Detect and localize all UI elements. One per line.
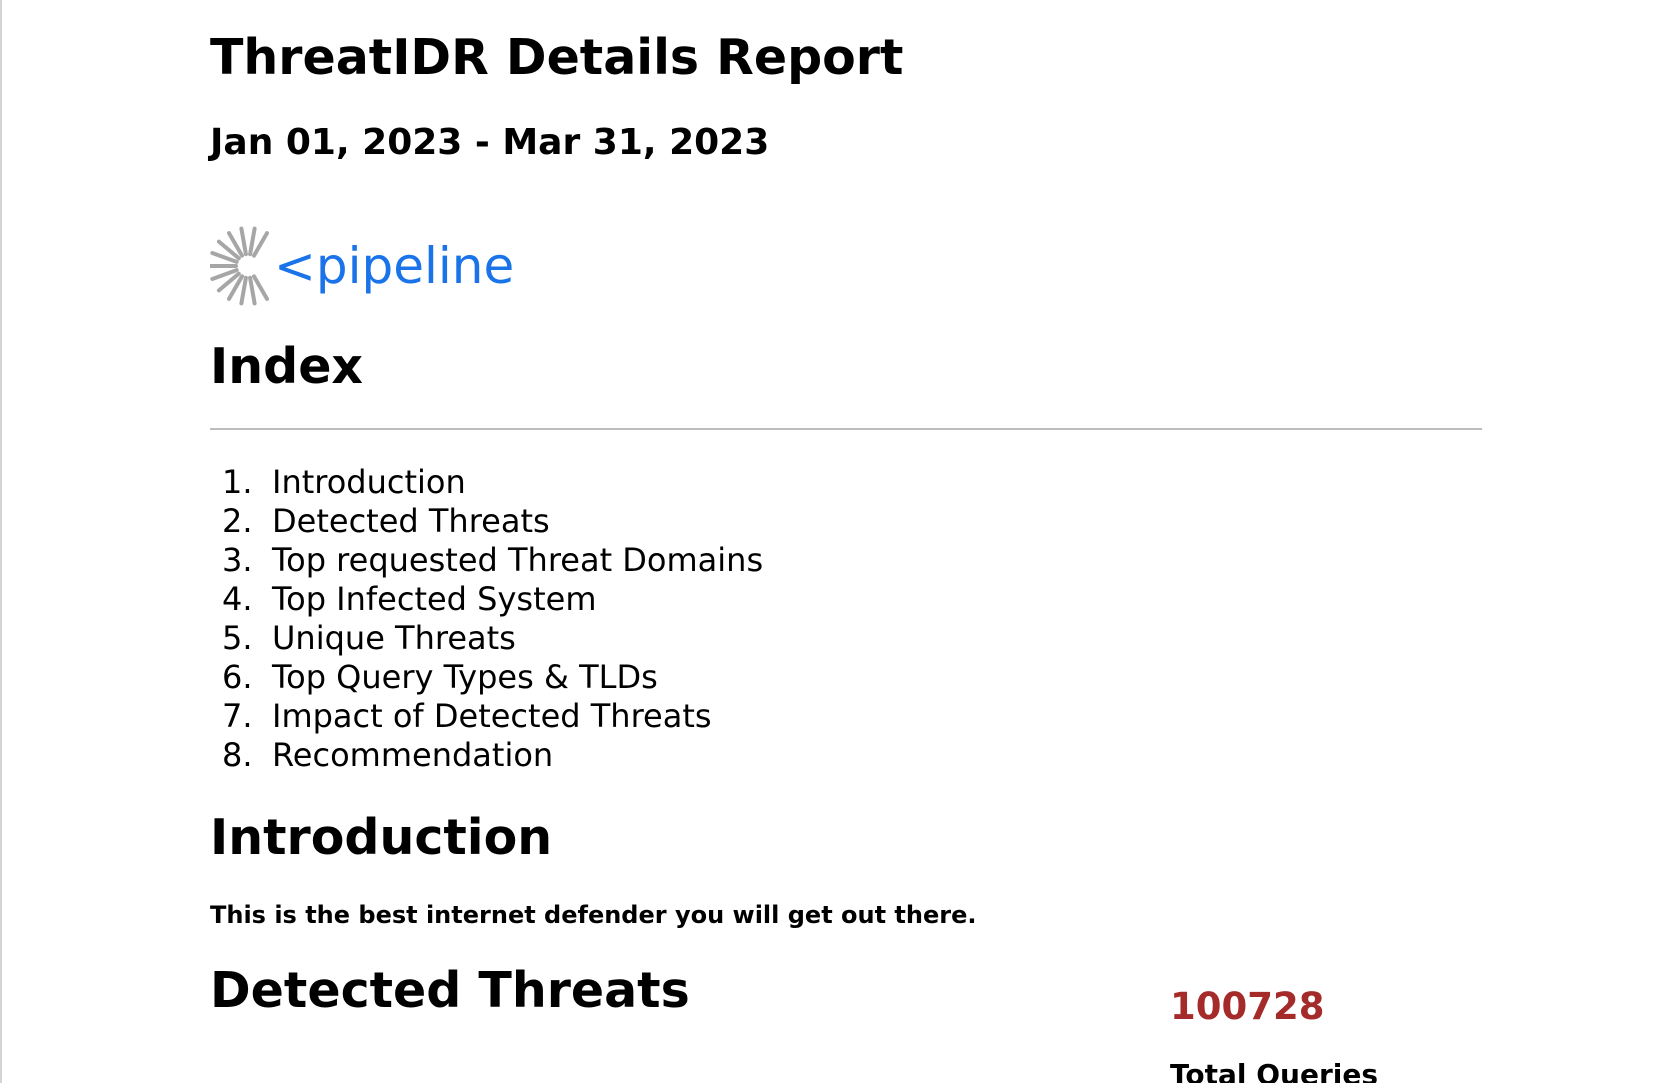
index-item-top-query-types-tlds[interactable]: 6. Top Query Types & TLDs: [222, 658, 763, 697]
index-item-label: Top Infected System: [272, 580, 597, 618]
pipeline-logo: <pipeline: [210, 224, 514, 308]
total-queries-label: Total Queries: [1170, 1058, 1379, 1083]
starburst-ray: [248, 226, 257, 257]
report-page: ThreatIDR Details Report Jan 01, 2023 - …: [210, 0, 1482, 1083]
index-item-impact-of-detected-threats[interactable]: 7. Impact of Detected Threats: [222, 697, 763, 736]
report-date-range: Jan 01, 2023 - Mar 31, 2023: [210, 122, 770, 163]
starburst-ray: [248, 275, 257, 306]
index-item-top-requested-threat-domains[interactable]: 3. Top requested Threat Domains: [222, 541, 763, 580]
index-item-label: Introduction: [272, 463, 466, 501]
index-heading: Index: [210, 338, 364, 395]
index-item-unique-threats[interactable]: 5. Unique Threats: [222, 619, 763, 658]
index-divider: [210, 428, 1482, 430]
index-item-label: Unique Threats: [272, 619, 516, 657]
index-item-number: 4.: [222, 580, 253, 618]
index-list: 1. Introduction 2. Detected Threats 3. T…: [222, 463, 763, 775]
starburst-ray: [252, 231, 269, 258]
index-item-label: Recommendation: [272, 736, 554, 774]
index-item-number: 2.: [222, 502, 253, 540]
index-item-label: Top requested Threat Domains: [272, 541, 764, 579]
index-item-number: 5.: [222, 619, 253, 657]
starburst-ray: [252, 274, 269, 301]
index-item-label: Top Query Types & TLDs: [272, 658, 658, 696]
total-queries-value: 100728: [1170, 985, 1325, 1028]
starburst-icon: [210, 226, 269, 306]
detected-threats-heading: Detected Threats: [210, 962, 690, 1019]
logo-text: <pipeline: [274, 237, 515, 295]
index-item-number: 3.: [222, 541, 253, 579]
page-left-border: [0, 0, 2, 1083]
index-item-number: 6.: [222, 658, 253, 696]
starburst-ray: [239, 275, 248, 306]
index-item-detected-threats[interactable]: 2. Detected Threats: [222, 502, 763, 541]
introduction-heading: Introduction: [210, 809, 553, 866]
index-item-recommendation[interactable]: 8. Recommendation: [222, 736, 763, 775]
index-item-number: 1.: [222, 463, 253, 501]
introduction-text: This is the best internet defender you w…: [210, 901, 977, 929]
index-item-label: Detected Threats: [272, 502, 550, 540]
index-item-number: 8.: [222, 736, 253, 774]
index-item-introduction[interactable]: 1. Introduction: [222, 463, 763, 502]
starburst-ray: [239, 226, 248, 257]
report-title: ThreatIDR Details Report: [210, 29, 904, 86]
index-item-label: Impact of Detected Threats: [272, 697, 712, 735]
index-item-top-infected-system[interactable]: 4. Top Infected System: [222, 580, 763, 619]
index-item-number: 7.: [222, 697, 253, 735]
